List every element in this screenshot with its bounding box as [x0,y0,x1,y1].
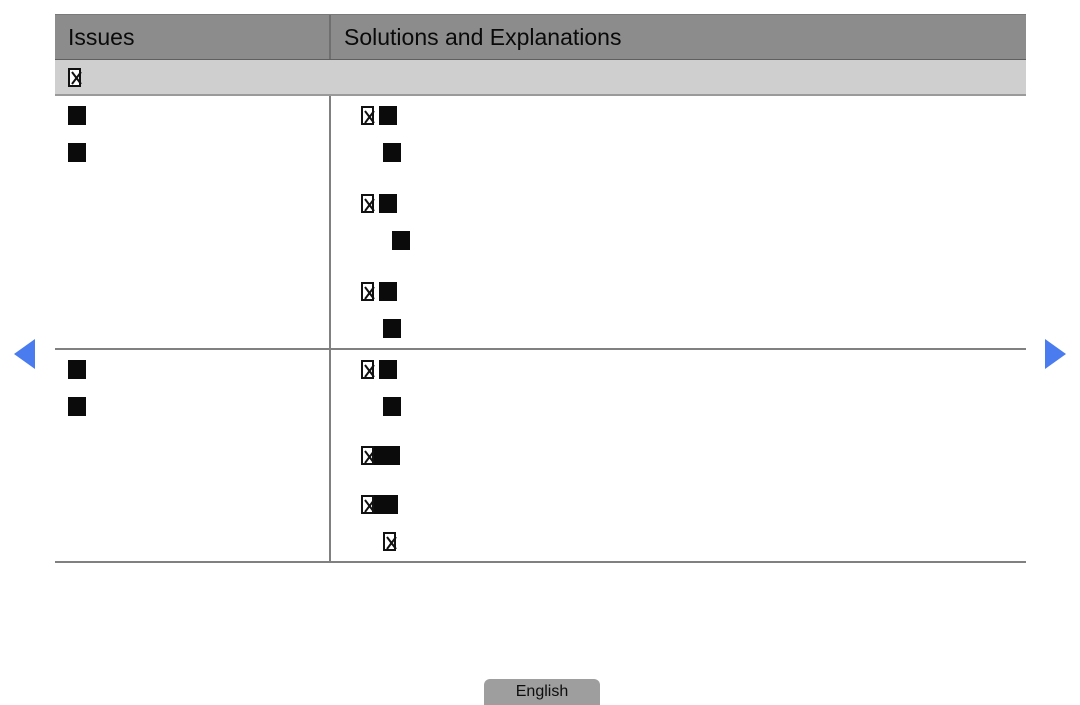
triangle-right-icon[interactable] [1045,339,1066,369]
block-glyph-icon [68,397,86,416]
column-header-solutions: Solutions and Explanations [344,24,622,50]
glyph-line [68,67,331,87]
glyph-line [361,231,1026,250]
block-glyph-icon [383,143,401,162]
missing-glyph-icon [361,495,374,514]
missing-glyph-icon [383,532,396,551]
block-glyph-icon [68,143,86,162]
missing-glyph-icon [361,194,374,213]
triangle-left-icon[interactable] [14,339,35,369]
block-glyph-icon [379,106,397,125]
glyph-line [68,143,329,162]
block-glyph-icon [379,360,397,379]
column-header-issues: Issues [55,15,331,59]
table-header-row: Issues Solutions and Explanations [55,14,1026,60]
missing-glyph-icon [361,360,374,379]
glyph-line [361,282,1026,301]
issues-cell [55,96,331,348]
glyph-line [68,106,329,125]
block-glyph-icon [379,194,397,213]
glyph-line [361,446,1026,465]
troubleshooting-table: Issues Solutions and Explanations [55,14,1026,563]
issues-cell [55,350,331,561]
glyph-line [361,532,1026,551]
glyph-line [361,143,1026,162]
missing-glyph-icon [361,106,374,125]
language-button[interactable]: English [484,679,600,705]
block-glyph-icon [68,360,86,379]
glyph-line [361,495,1026,514]
table-row[interactable] [55,348,1026,561]
manual-page: Issues Solutions and Explanations Englis… [0,0,1080,705]
table-subheader-row [55,60,1026,96]
missing-glyph-icon [361,282,374,301]
missing-glyph-icon [361,446,374,465]
glyph-line [361,319,1026,338]
block-glyph-icon [374,495,398,514]
glyph-line [361,194,1026,213]
block-glyph-icon [383,397,401,416]
subheader-issues-cell [55,67,331,87]
block-glyph-icon [389,231,410,250]
block-glyph-icon [379,282,397,301]
table-row[interactable] [55,96,1026,348]
solutions-cell [331,350,1026,561]
glyph-line [361,397,1026,416]
block-glyph-icon [374,446,400,465]
block-glyph-icon [383,319,401,338]
block-glyph-icon [68,106,86,125]
glyph-line [68,397,329,416]
solutions-cell [331,96,1026,348]
table-body [55,96,1026,563]
missing-glyph-icon [68,67,81,87]
glyph-line [361,360,1026,379]
glyph-line [68,360,329,379]
glyph-line [361,106,1026,125]
